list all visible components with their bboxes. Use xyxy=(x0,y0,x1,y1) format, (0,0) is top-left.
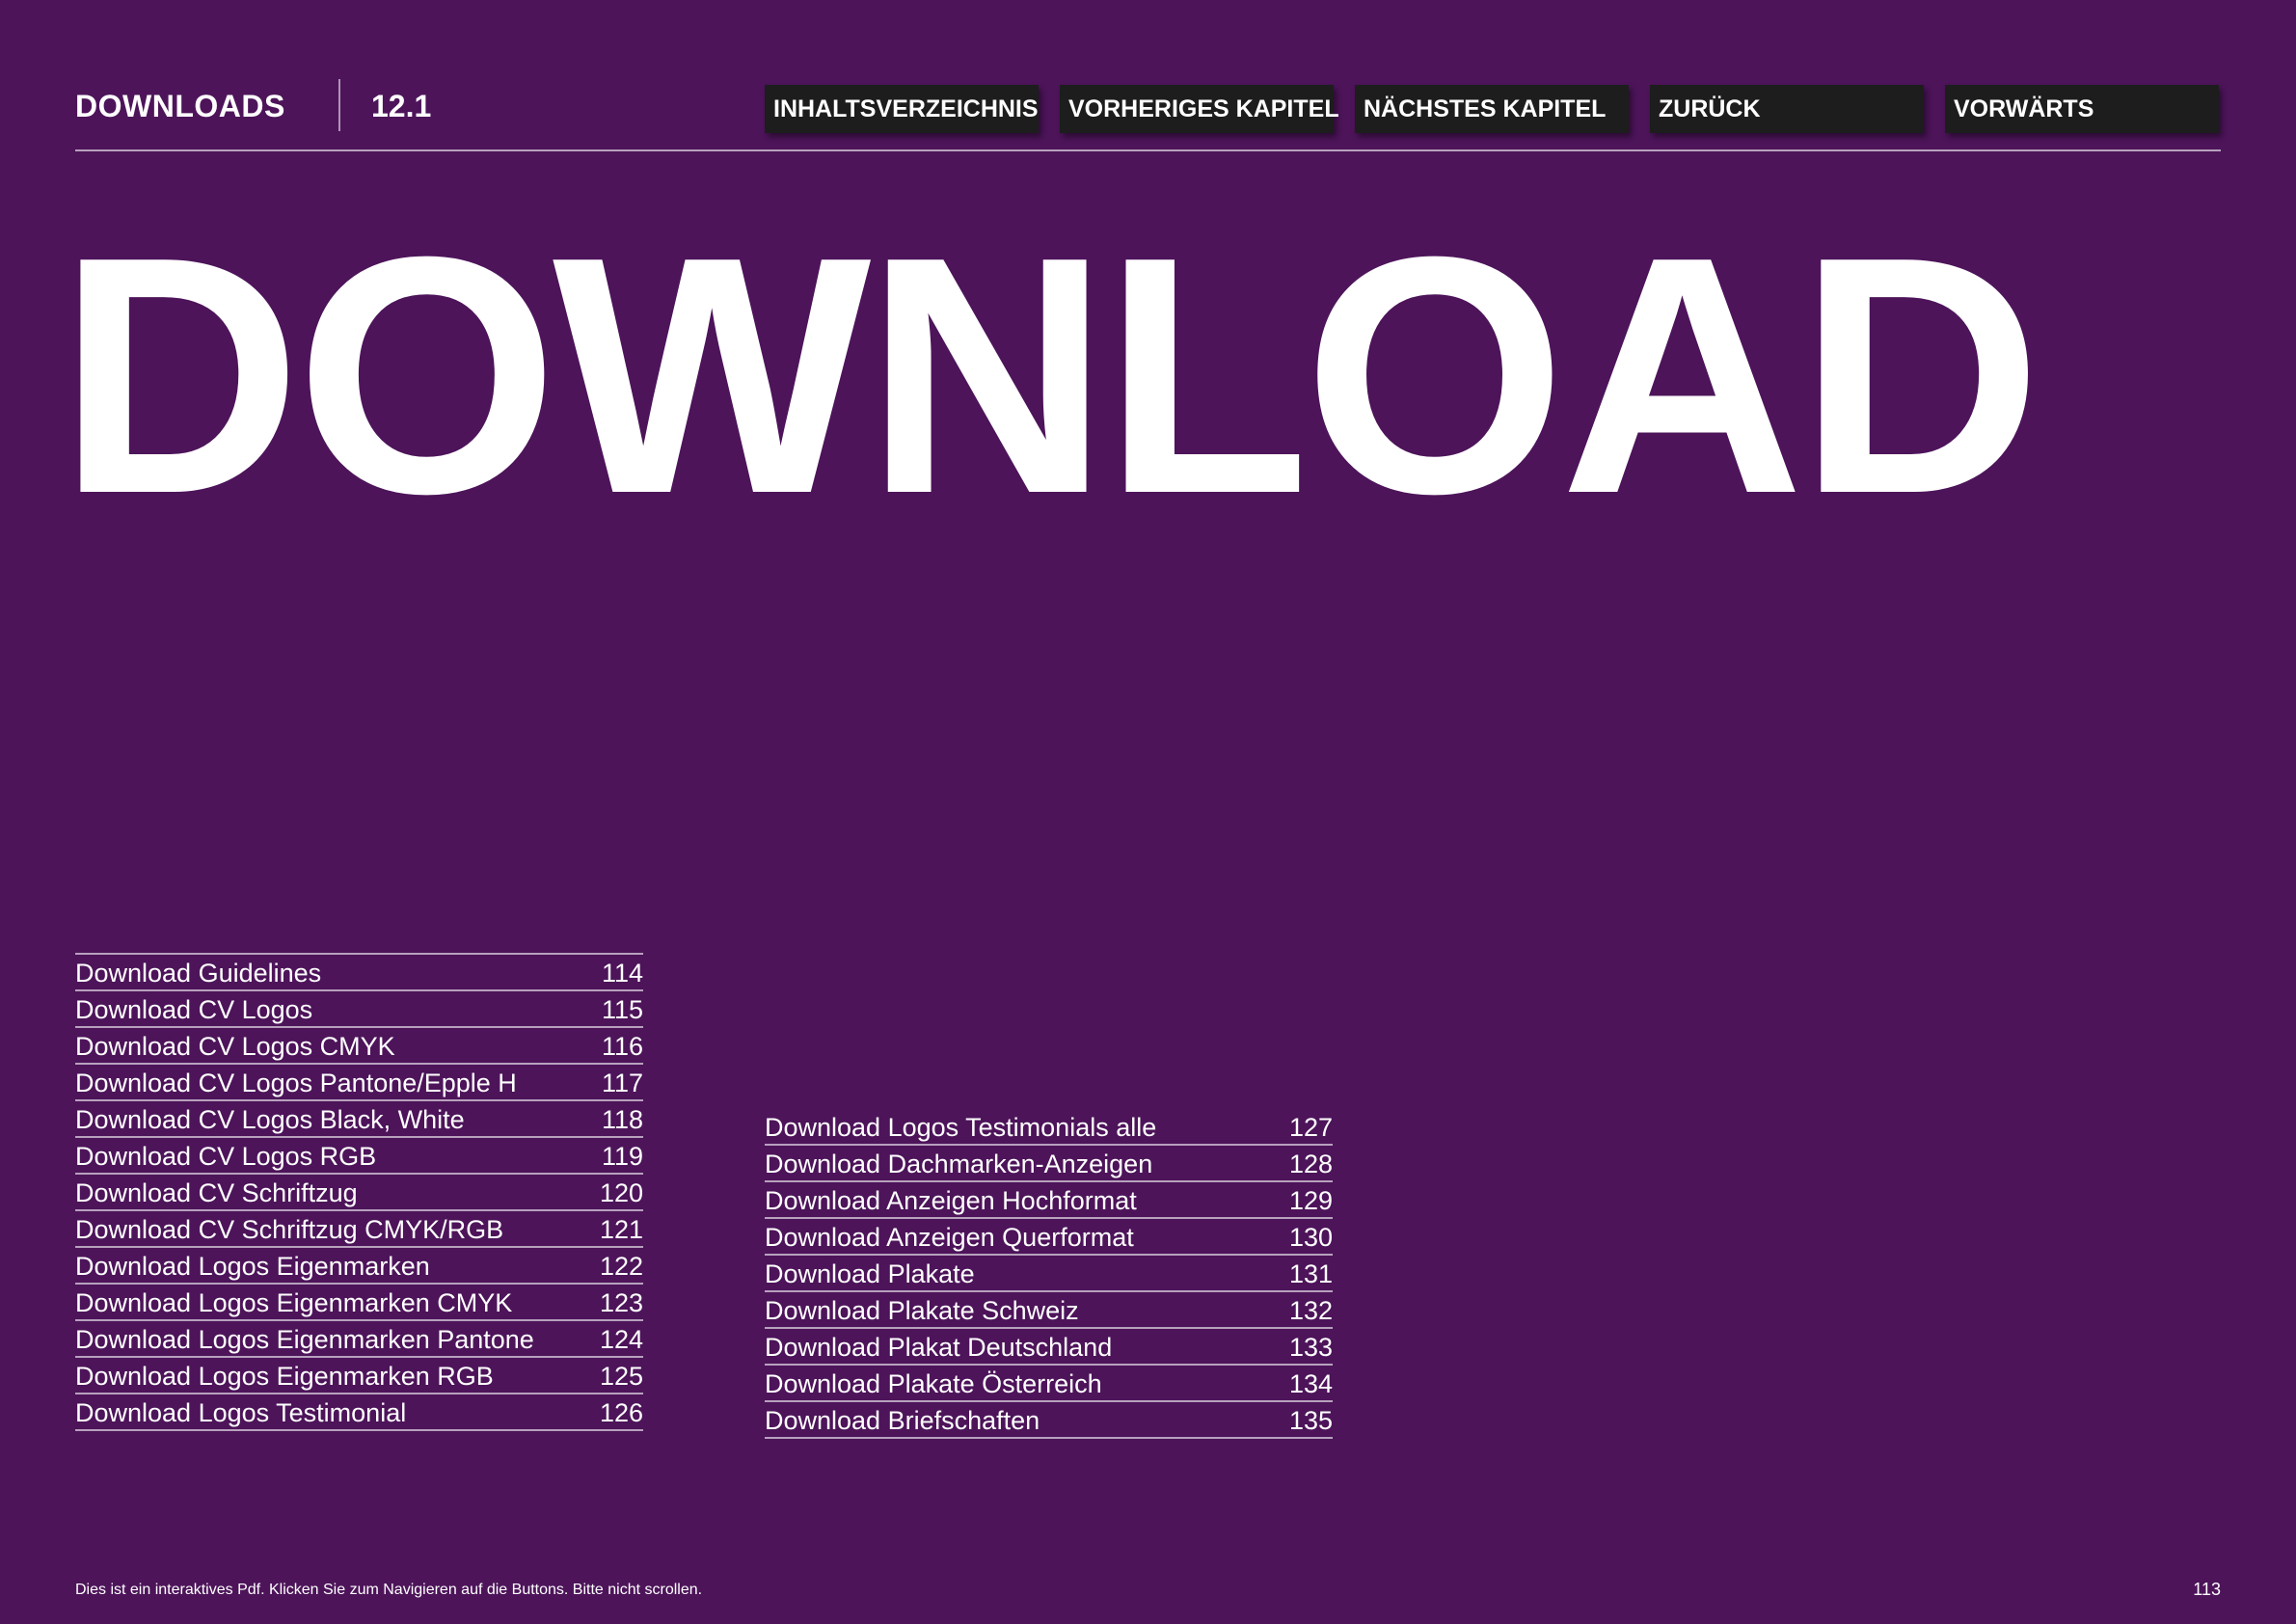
toc-link-page: 122 xyxy=(599,1252,643,1281)
toc-link-page: 129 xyxy=(1288,1186,1333,1215)
toc-link[interactable]: Download CV Schriftzug CMYK/RGB 121 xyxy=(75,1211,643,1248)
toc-link-page: 114 xyxy=(601,959,643,988)
toc-link[interactable]: Download Plakat Deutschland 133 xyxy=(765,1329,1333,1366)
toc-link-page: 118 xyxy=(601,1105,643,1134)
toc-link-page: 130 xyxy=(1288,1223,1333,1252)
toc-link[interactable]: Download CV Logos CMYK 116 xyxy=(75,1028,643,1065)
toc-link-page: 131 xyxy=(1288,1259,1333,1288)
footer-note: Dies ist ein interaktives Pdf. Klicken S… xyxy=(75,1582,703,1598)
toc-link[interactable]: Download CV Logos 115 xyxy=(75,991,643,1028)
toc-link-label: Download Plakate Österreich xyxy=(765,1369,1102,1398)
toc-link-page: 133 xyxy=(1288,1333,1333,1362)
section-divider xyxy=(338,79,340,131)
nav-bar: INHALTSVERZEICHNIS VORHERIGES KAPITEL NÄ… xyxy=(765,85,2219,133)
toc-link-label: Download Guidelines xyxy=(75,959,322,988)
toc-link-label: Download CV Logos CMYK xyxy=(75,1032,395,1061)
toc-link[interactable]: Download CV Logos Pantone/Epple H 117 xyxy=(75,1065,643,1101)
toc-link-label: Download Logos Testimonial xyxy=(75,1398,407,1427)
toc-link[interactable]: Download Briefschaften 135 xyxy=(765,1402,1333,1439)
toc-link[interactable]: Download Dachmarken-Anzeigen 128 xyxy=(765,1146,1333,1182)
toc-link-page: 126 xyxy=(599,1398,643,1427)
toc-link[interactable]: Download Plakate 131 xyxy=(765,1256,1333,1292)
toc-link-label: Download Logos Testimonials alle xyxy=(765,1113,1157,1142)
toc-link[interactable]: Download Anzeigen Querformat 130 xyxy=(765,1219,1333,1256)
toc-link-label: Download Dachmarken-Anzeigen xyxy=(765,1150,1153,1178)
page-number: 113 xyxy=(2193,1580,2221,1599)
toc-link-label: Download CV Logos Black, White xyxy=(75,1105,465,1134)
toc-link-label: Download Plakat Deutschland xyxy=(765,1333,1113,1362)
forward-button[interactable]: VORWÄRTS xyxy=(1945,85,2219,133)
toc-link-page: 125 xyxy=(599,1362,643,1391)
toc-link-page: 124 xyxy=(599,1325,643,1354)
toc-link[interactable]: Download Logos Eigenmarken Pantone 124 xyxy=(75,1321,643,1358)
toc-link-label: Download Plakate Schweiz xyxy=(765,1296,1079,1325)
toc-link[interactable]: Download Anzeigen Hochformat 129 xyxy=(765,1182,1333,1219)
toc-link-page: 116 xyxy=(601,1032,643,1061)
toc-list-right: Download Logos Testimonials alle 127 Down… xyxy=(765,1109,1333,1439)
page-header: DOWNLOADS 12.1 INHALTSVERZEICHNIS VORHER… xyxy=(75,79,2221,137)
toc-link-page: 134 xyxy=(1288,1369,1333,1398)
toc-link-page: 132 xyxy=(1288,1296,1333,1325)
toc-link[interactable]: Download Plakate Schweiz 132 xyxy=(765,1292,1333,1329)
toc-link-label: Download CV Logos xyxy=(75,995,313,1024)
toc-link[interactable]: Download Logos Eigenmarken RGB 125 xyxy=(75,1358,643,1394)
toc-link-page: 117 xyxy=(601,1069,643,1097)
toc-list-left: Download Guidelines 114 Download CV Logos… xyxy=(75,953,643,1431)
toc-link-label: Download Briefschaften xyxy=(765,1406,1040,1435)
toc-link-label: Download CV Schriftzug xyxy=(75,1178,358,1207)
toc-link-label: Download CV Logos Pantone/Epple H xyxy=(75,1069,517,1097)
toc-link-label: Download Anzeigen Querformat xyxy=(765,1223,1134,1252)
toc-link-label: Download Plakate xyxy=(765,1259,975,1288)
toc-link-page: 127 xyxy=(1288,1113,1333,1142)
toc-link-page: 115 xyxy=(601,995,643,1024)
toc-link-label: Download CV Logos RGB xyxy=(75,1142,377,1171)
toc-link-page: 128 xyxy=(1288,1150,1333,1178)
toc-link[interactable]: Download Logos Eigenmarken CMYK 123 xyxy=(75,1285,643,1321)
toc-link-label: Download CV Schriftzug CMYK/RGB xyxy=(75,1215,504,1244)
table-of-contents-button[interactable]: INHALTSVERZEICHNIS xyxy=(765,85,1039,133)
toc-link[interactable]: Download CV Logos Black, White 118 xyxy=(75,1101,643,1138)
toc-link[interactable]: Download Plakate Österreich 134 xyxy=(765,1366,1333,1402)
toc-link-page: 119 xyxy=(601,1142,643,1171)
toc-link[interactable]: Download Guidelines 114 xyxy=(75,955,643,991)
toc-link[interactable]: Download Logos Eigenmarken 122 xyxy=(75,1248,643,1285)
back-button[interactable]: ZURÜCK xyxy=(1650,85,1924,133)
toc-link[interactable]: Download Logos Testimonial 126 xyxy=(75,1394,643,1431)
toc-link-label: Download Logos Eigenmarken CMYK xyxy=(75,1288,513,1317)
toc-link[interactable]: Download CV Logos RGB 119 xyxy=(75,1138,643,1175)
section-title: DOWNLOADS xyxy=(75,89,285,123)
toc-link-label: Download Anzeigen Hochformat xyxy=(765,1186,1137,1215)
toc-link-label: Download Logos Eigenmarken RGB xyxy=(75,1362,494,1391)
toc-link-page: 121 xyxy=(599,1215,643,1244)
toc-link-label: Download Logos Eigenmarken xyxy=(75,1252,430,1281)
toc-link-label: Download Logos Eigenmarken Pantone xyxy=(75,1325,534,1354)
toc-link[interactable]: Download CV Schriftzug 120 xyxy=(75,1175,643,1211)
next-chapter-button[interactable]: NÄCHSTES KAPITEL xyxy=(1355,85,1629,133)
toc-link-page: 123 xyxy=(599,1288,643,1317)
section-number: 12.1 xyxy=(371,89,432,123)
toc-link-page: 135 xyxy=(1288,1406,1333,1435)
toc-link-page: 120 xyxy=(599,1178,643,1207)
header-divider xyxy=(75,149,2221,151)
previous-chapter-button[interactable]: VORHERIGES KAPITEL xyxy=(1060,85,1339,133)
toc-link[interactable]: Download Logos Testimonials alle 127 xyxy=(765,1109,1333,1146)
hero-title: DOWNLOAD xyxy=(58,187,2042,564)
